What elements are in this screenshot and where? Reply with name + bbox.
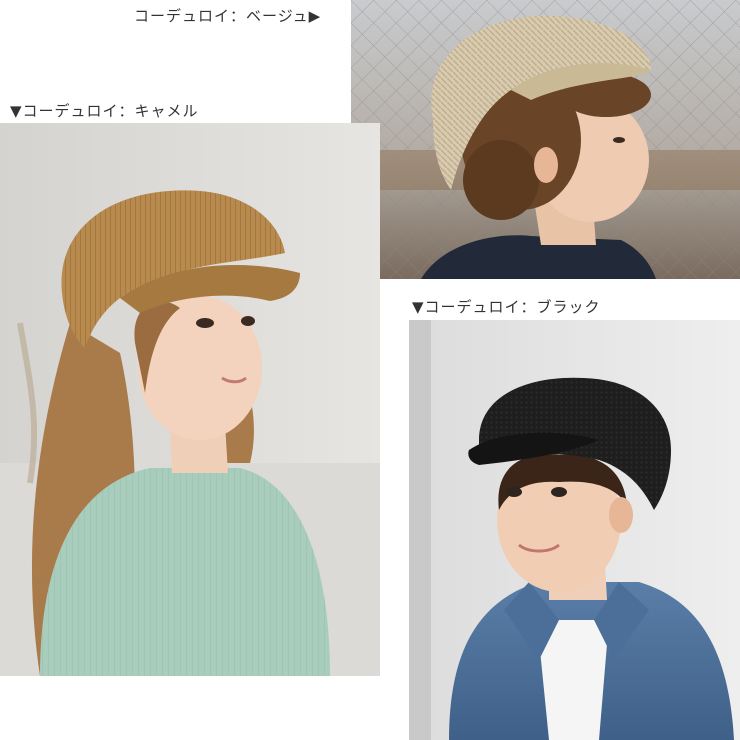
photo-camel-corduroy-cap bbox=[0, 123, 380, 676]
label-camel: ▼コーデュロイ：キャメル bbox=[10, 102, 199, 120]
label-beige: コーデュロイ：ベージュ▶ bbox=[134, 7, 322, 25]
photo-beige-corduroy-cap bbox=[351, 0, 740, 279]
label-black: ▼コーデュロイ：ブラック bbox=[412, 298, 601, 316]
photo-black-corduroy-cap bbox=[409, 320, 740, 740]
